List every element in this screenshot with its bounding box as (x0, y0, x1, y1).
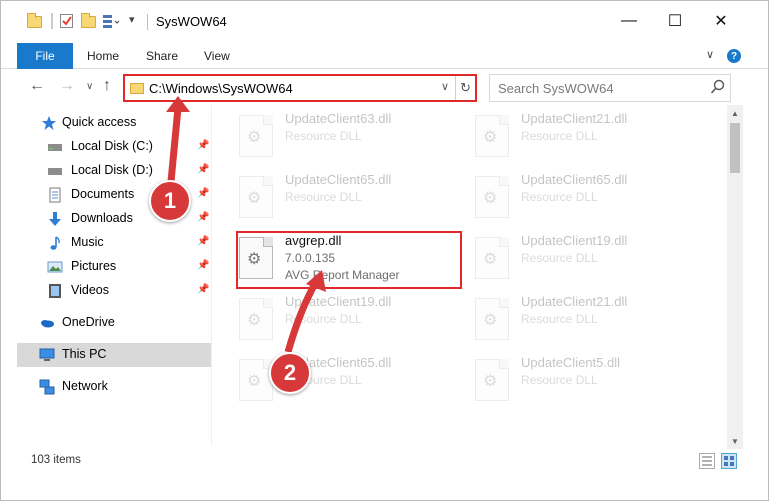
arrow-1-head (166, 96, 190, 112)
arrow-2 (284, 280, 320, 353)
step-1-badge: 1 (149, 180, 191, 222)
step-2-badge: 2 (269, 352, 311, 394)
annotation-arrows (166, 96, 326, 353)
